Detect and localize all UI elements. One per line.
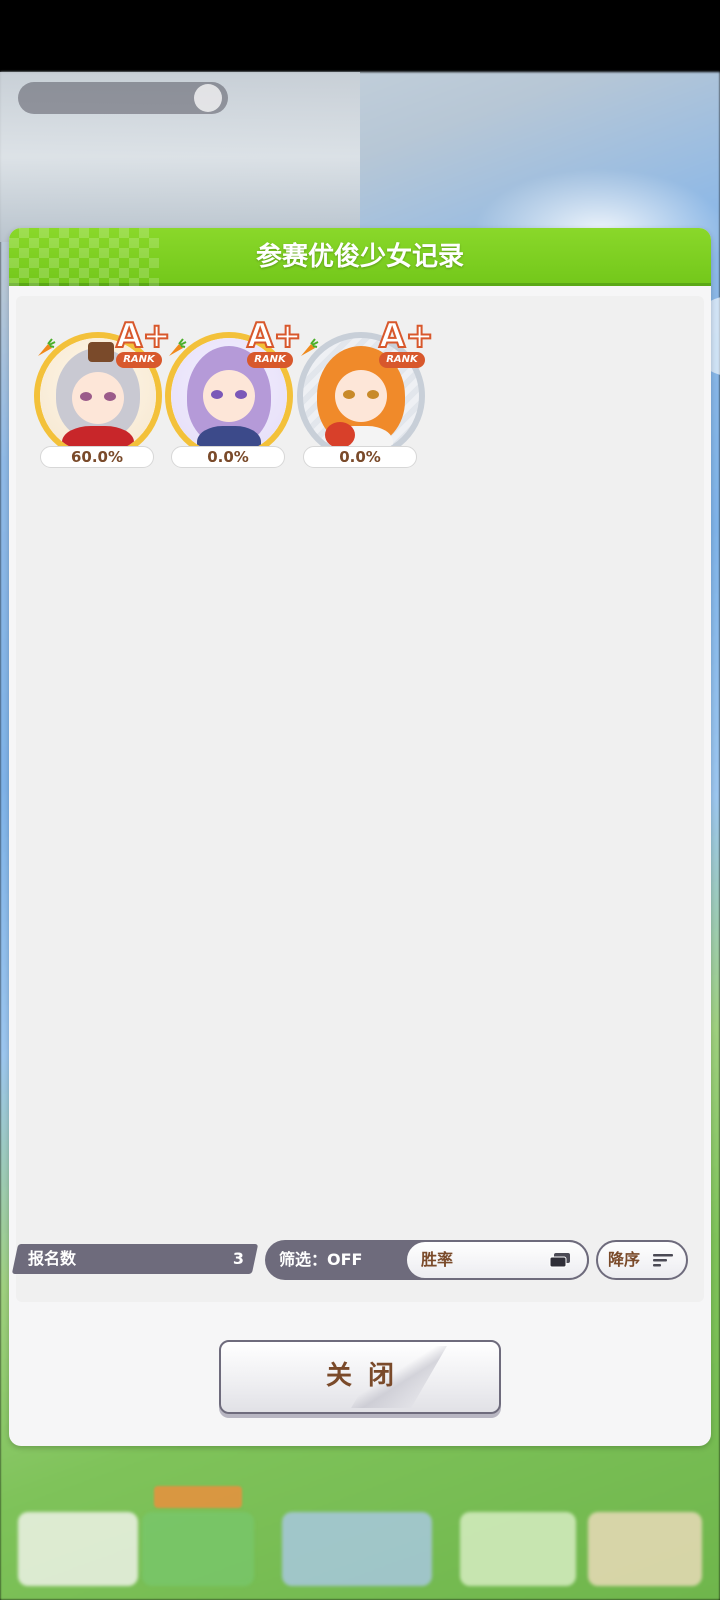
nav-tile — [460, 1512, 576, 1586]
nav-tile — [588, 1512, 702, 1586]
sort-options-icon — [549, 1253, 570, 1268]
win-rate-label: 0.0% — [171, 446, 285, 468]
carrot-icon — [38, 338, 56, 356]
win-rate-label: 0.0% — [303, 446, 417, 468]
rank-badge: A+ RANK — [112, 315, 172, 370]
carrot-icon — [169, 338, 187, 356]
background-info-icon — [194, 84, 222, 112]
character-card[interactable]: A+ RANK 60.0% — [34, 315, 172, 468]
entry-count-value: 3 — [232, 1249, 244, 1268]
status-bar — [0, 0, 720, 72]
rank-badge: A+ RANK — [375, 315, 435, 370]
sort-select-label: 胜率 — [421, 1250, 454, 1269]
entry-count-label: 报名数 — [28, 1249, 77, 1268]
character-card[interactable]: A+ RANK 0.0% — [165, 315, 303, 468]
nav-tile — [282, 1512, 432, 1586]
sort-descending-icon — [653, 1254, 673, 1267]
character-card[interactable]: A+ RANK 0.0% — [297, 315, 435, 468]
win-rate-label: 60.0% — [40, 446, 154, 468]
close-button-label[interactable]: 关闭 — [219, 1358, 501, 1394]
carrot-icon — [301, 338, 319, 356]
nav-tile — [142, 1512, 254, 1586]
nav-badge — [154, 1486, 242, 1508]
rank-badge: A+ RANK — [243, 315, 303, 370]
filter-label[interactable]: 筛选：OFF — [279, 1249, 389, 1271]
nav-tile — [18, 1512, 138, 1586]
dialog-title: 参赛优俊少女记录 — [255, 242, 464, 272]
sort-order-label: 降序 — [608, 1250, 641, 1269]
